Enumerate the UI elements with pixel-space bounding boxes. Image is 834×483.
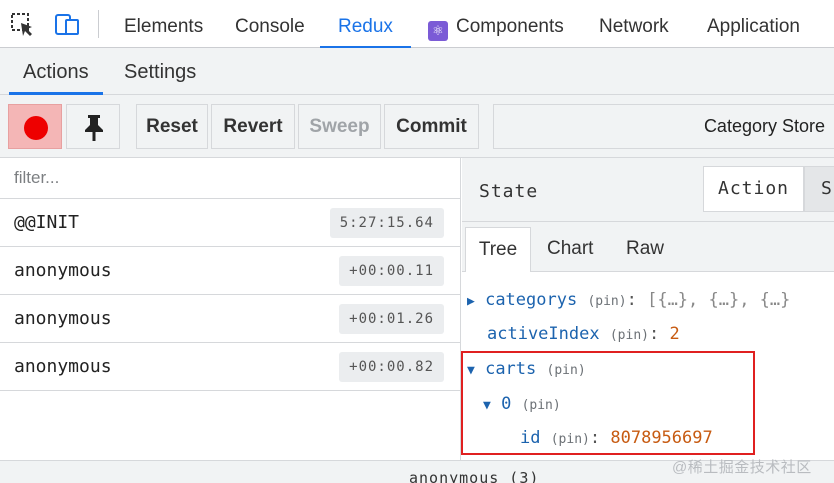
inspector-header: State Action St: [462, 158, 834, 222]
filter-input[interactable]: [0, 158, 460, 199]
action-name: @@INIT: [14, 212, 80, 233]
record-button[interactable]: [8, 104, 62, 149]
redux-toolbar: Reset Revert Sweep Commit Category Store: [0, 95, 834, 158]
sweep-button[interactable]: Sweep: [298, 104, 381, 149]
action-row[interactable]: anonymous +00:00.82: [0, 343, 460, 391]
action-timestamp: +00:00.82: [339, 352, 444, 382]
store-selector[interactable]: Category Store: [493, 104, 834, 149]
element-picker-icon[interactable]: [10, 12, 36, 38]
state-tab-button[interactable]: St: [804, 166, 834, 212]
tab-redux[interactable]: Redux: [320, 0, 411, 48]
status-text: anonymous (3): [409, 469, 540, 483]
action-name: anonymous: [14, 308, 112, 329]
action-row[interactable]: @@INIT 5:27:15.64: [0, 199, 460, 247]
commit-button[interactable]: Commit: [384, 104, 479, 149]
pin-label[interactable]: (pin): [610, 328, 649, 343]
device-toolbar-icon[interactable]: [54, 12, 80, 38]
action-timestamp: 5:27:15.64: [329, 208, 444, 238]
tab-network[interactable]: Network: [599, 0, 669, 48]
action-timestamp: +00:01.26: [339, 304, 444, 334]
tab-elements[interactable]: Elements: [124, 0, 203, 48]
action-tab-button[interactable]: Action: [703, 166, 804, 212]
action-name: anonymous: [14, 260, 112, 281]
tab-console[interactable]: Console: [235, 0, 305, 48]
devtools-tab-bar: Elements Console Redux ⚛ Components Netwo…: [0, 0, 834, 48]
tab-chart[interactable]: Chart: [547, 227, 593, 272]
tab-tree[interactable]: Tree: [465, 227, 531, 272]
pin-icon: [85, 115, 103, 141]
action-row[interactable]: anonymous +00:00.11: [0, 247, 460, 295]
action-timestamp: +00:00.11: [339, 256, 444, 286]
pin-button[interactable]: [66, 104, 120, 149]
expand-arrow-icon[interactable]: ▶: [467, 294, 475, 309]
reset-button[interactable]: Reset: [136, 104, 208, 149]
tab-components[interactable]: ⚛ Components: [428, 0, 564, 48]
action-name: anonymous: [14, 356, 112, 377]
revert-button[interactable]: Revert: [211, 104, 295, 149]
tree-node-activeindex[interactable]: activeIndex (pin): 2: [487, 324, 680, 344]
inspector-title: State: [479, 181, 539, 202]
inspector-view-tabs: Tree Chart Raw: [462, 222, 834, 272]
highlight-annotation-box: [461, 351, 755, 455]
pin-label[interactable]: (pin): [587, 294, 626, 309]
action-row[interactable]: anonymous +00:01.26: [0, 295, 460, 343]
tab-actions[interactable]: Actions: [9, 48, 103, 95]
tree-node-categorys[interactable]: ▶ categorys (pin): [{…}, {…}, {…}: [467, 290, 790, 310]
tab-raw[interactable]: Raw: [626, 227, 664, 272]
watermark: @稀土掘金技术社区: [672, 459, 812, 476]
redux-subtab-bar: Actions Settings: [0, 48, 834, 95]
tab-settings[interactable]: Settings: [124, 48, 196, 95]
react-components-icon: ⚛: [428, 21, 448, 41]
action-list-panel: @@INIT 5:27:15.64 anonymous +00:00.11 an…: [0, 158, 461, 460]
record-icon: [24, 116, 48, 140]
tab-application[interactable]: Application: [707, 0, 800, 48]
toolbar-divider: [98, 10, 99, 38]
